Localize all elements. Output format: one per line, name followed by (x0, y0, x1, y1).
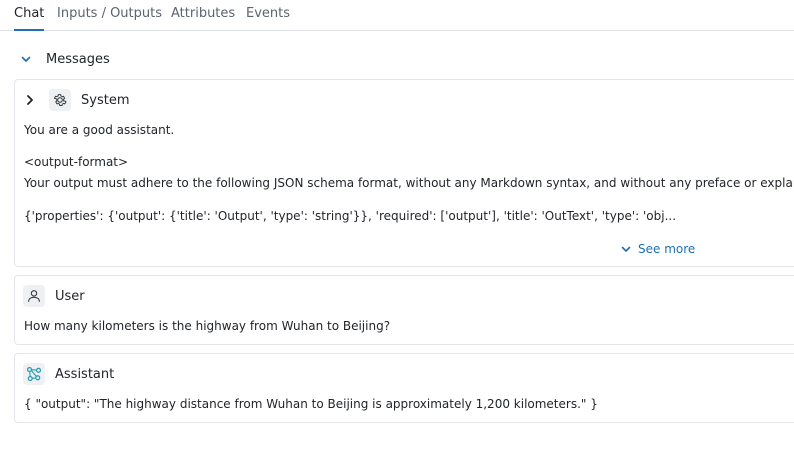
chevron-right-icon[interactable] (23, 93, 37, 107)
system-line-4: {'properties': {'output': {'title': 'Out… (24, 209, 677, 223)
chevron-down-icon (21, 56, 31, 62)
messages-section-toggle[interactable]: Messages (16, 48, 110, 70)
user-role-label: User (55, 288, 85, 304)
messages-section-title: Messages (46, 51, 110, 67)
assistant-role-label: Assistant (55, 366, 115, 382)
system-role-label: System (81, 92, 130, 108)
assistant-message-card: Assistant { "output": "The highway dista… (14, 353, 794, 423)
see-more-label: See more (638, 242, 696, 256)
gear-icon (49, 89, 71, 111)
assistant-network-icon (23, 363, 45, 385)
tab-events[interactable]: Events (246, 0, 290, 31)
system-line-2: <output-format> (24, 155, 129, 169)
system-line-1: You are a good assistant. (24, 123, 175, 137)
system-line-3: Your output must adhere to the following… (24, 176, 794, 190)
tab-attributes[interactable]: Attributes (171, 0, 235, 31)
tab-bar: Chat Inputs / Outputs Attributes Events (0, 0, 794, 31)
system-message-card: System You are a good assistant. <output… (14, 79, 794, 267)
person-icon (23, 285, 45, 307)
see-more-button[interactable]: See more (620, 242, 695, 256)
assistant-message-text: { "output": "The highway distance from W… (24, 397, 598, 411)
chevron-down-icon (621, 246, 631, 252)
user-message-text: How many kilometers is the highway from … (24, 319, 391, 333)
tab-chat[interactable]: Chat (14, 0, 45, 31)
tab-inputs-outputs[interactable]: Inputs / Outputs (57, 0, 162, 31)
user-message-card: User How many kilometers is the highway … (14, 275, 794, 345)
